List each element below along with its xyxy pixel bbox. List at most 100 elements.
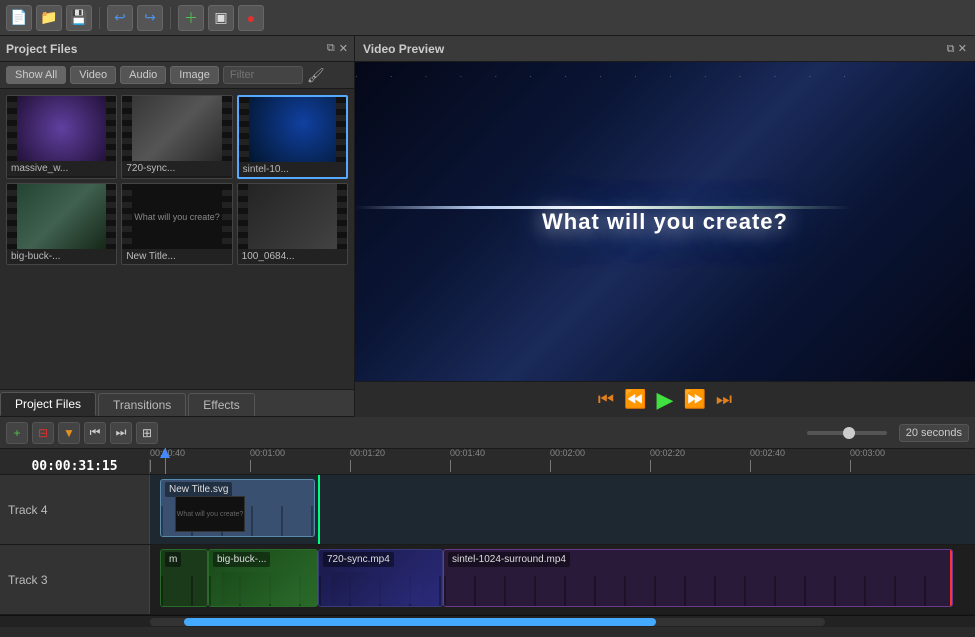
jump-start-button[interactable]: ⏮ [598,389,614,410]
media-item-label: 100_0684... [238,249,347,264]
render-button[interactable]: ▣ [208,5,234,31]
timeline-ruler[interactable]: 00:00:40 00:01:00 00:01:20 00:01:40 00:0… [150,448,975,474]
preview-header-icons: ⧉ ✕ [947,41,967,56]
project-files-header: Project Files ⧉ ✕ [0,36,354,62]
ruler-tick [850,460,851,472]
rewind-button[interactable]: ⏪ [624,389,646,410]
zoom-control [807,431,887,435]
record-button[interactable]: ● [238,5,264,31]
ruler-label: 00:03:00 [850,448,885,458]
zoom-thumb[interactable] [843,427,855,439]
ruler-label: 00:01:20 [350,448,385,458]
clip-label: New Title.svg [165,482,232,497]
ruler-mark: 00:02:00 [550,448,650,472]
media-thumbnail [122,96,231,161]
preview-close-icon[interactable]: ✕ [958,43,967,55]
ruler-tick [250,460,251,472]
media-item-label: massive_w... [7,161,116,176]
play-button[interactable]: ▶ [657,387,674,413]
ruler-mark: 00:01:40 [450,448,550,472]
ruler-label: 00:00:40 [150,448,185,458]
clip-m[interactable]: m [160,549,208,607]
media-item[interactable]: What will you create? New Title... [121,183,232,265]
clip-new-title[interactable]: New Title.svg What will you create? [160,479,315,537]
minimize-icon[interactable]: ⧉ [327,42,335,55]
project-files-title: Project Files [6,42,77,56]
ruler-mark: 00:02:20 [650,448,750,472]
media-item-selected[interactable]: sintel-10... [237,95,348,179]
remove-track-button[interactable]: ⊟ [32,422,54,444]
scroll-track[interactable] [150,618,825,626]
show-all-button[interactable]: Show All [6,66,66,84]
clip-thumb [221,572,301,604]
clip-sintel[interactable]: sintel-1024-surround.mp4 [443,549,953,607]
save-button[interactable]: 💾 [66,5,92,31]
media-thumbnail [238,184,347,249]
track-4-content[interactable]: New Title.svg What will you create? [150,475,975,544]
media-item[interactable]: massive_w... [6,95,117,179]
clip-preview: What will you create? [175,496,245,532]
filter-input[interactable] [223,66,303,84]
top-area: Project Files ⧉ ✕ Show All Video Audio I… [0,36,975,417]
clip-720-sync[interactable]: 720-sync.mp4 [318,549,443,607]
media-thumbnail [239,97,346,162]
track-4-label: Track 4 [0,475,150,544]
clip-end-marker [950,550,952,606]
undo-button[interactable]: ↩ [107,5,133,31]
track-3-content[interactable]: m big-buck-... 720-sync.mp4 sintel-1024-… [150,545,975,614]
media-item[interactable]: 720-sync... [121,95,232,179]
scroll-thumb[interactable] [184,618,657,626]
insert-button[interactable]: ⊞ [136,422,158,444]
right-panel: Video Preview ⧉ ✕ What will you create? … [355,36,975,417]
preview-title: Video Preview [363,42,444,56]
timeline-duration: 20 seconds [899,424,969,442]
ruler-marks: 00:00:40 00:01:00 00:01:20 00:01:40 00:0… [150,448,975,474]
track-4-name: Track 4 [8,503,48,517]
tab-project-files[interactable]: Project Files [0,392,96,416]
media-thumbnail [7,96,116,161]
clip-thumb [331,572,421,604]
close-icon[interactable]: ✕ [339,42,348,55]
image-filter-button[interactable]: Image [170,66,219,84]
track-3-row: Track 3 m big-buck-... 720-sync.mp4 [0,545,975,615]
ruler-label: 00:02:40 [750,448,785,458]
ruler-mark: 00:02:40 [750,448,850,472]
ruler-mark: 00:01:20 [350,448,450,472]
clip-preview-text: What will you create? [177,511,244,518]
clip-filmstrip [444,576,952,606]
audio-filter-button[interactable]: Audio [120,66,166,84]
zoom-slider[interactable] [807,431,887,435]
preview-header: Video Preview ⧉ ✕ [355,36,975,62]
go-start-button[interactable]: ⏮ [84,422,106,444]
new-button[interactable]: 📄 [6,5,32,31]
title-preview-text: What will you create? [132,210,222,224]
bottom-tabs: Project Files Transitions Effects [0,389,354,417]
jump-end-button[interactable]: ⏭ [716,389,732,410]
import-button[interactable]: ＋ [178,5,204,31]
filter-clear-icon[interactable]: 🖌 [307,67,325,84]
media-item[interactable]: big-buck-... [6,183,117,265]
ruler-tick [650,460,651,472]
clip-label: m [165,552,181,567]
drop-marker [318,475,320,544]
media-item-label: New Title... [122,249,231,264]
fast-forward-button[interactable]: ⏩ [683,389,705,410]
filter-button[interactable]: ▼ [58,422,80,444]
open-button[interactable]: 📁 [36,5,62,31]
redo-button[interactable]: ↪ [137,5,163,31]
go-end-button[interactable]: ⏭ [110,422,132,444]
tab-transitions[interactable]: Transitions [98,393,186,416]
media-item[interactable]: 100_0684... [237,183,348,265]
add-track-button[interactable]: + [6,422,28,444]
tab-effects[interactable]: Effects [188,393,254,416]
timeline-scrollbar [0,615,975,627]
timeline-toolbar: + ⊟ ▼ ⏮ ⏭ ⊞ 20 seconds [0,417,975,449]
video-filter-button[interactable]: Video [70,66,116,84]
clip-label: big-buck-... [213,552,270,567]
track-3-label: Track 3 [0,545,150,614]
clip-big-buck[interactable]: big-buck-... [208,549,318,607]
media-item-label: sintel-10... [239,162,346,177]
preview-minimize-icon[interactable]: ⧉ [947,43,955,55]
media-item-label: big-buck-... [7,249,116,264]
ruler-mark: 00:00:40 [150,448,250,472]
